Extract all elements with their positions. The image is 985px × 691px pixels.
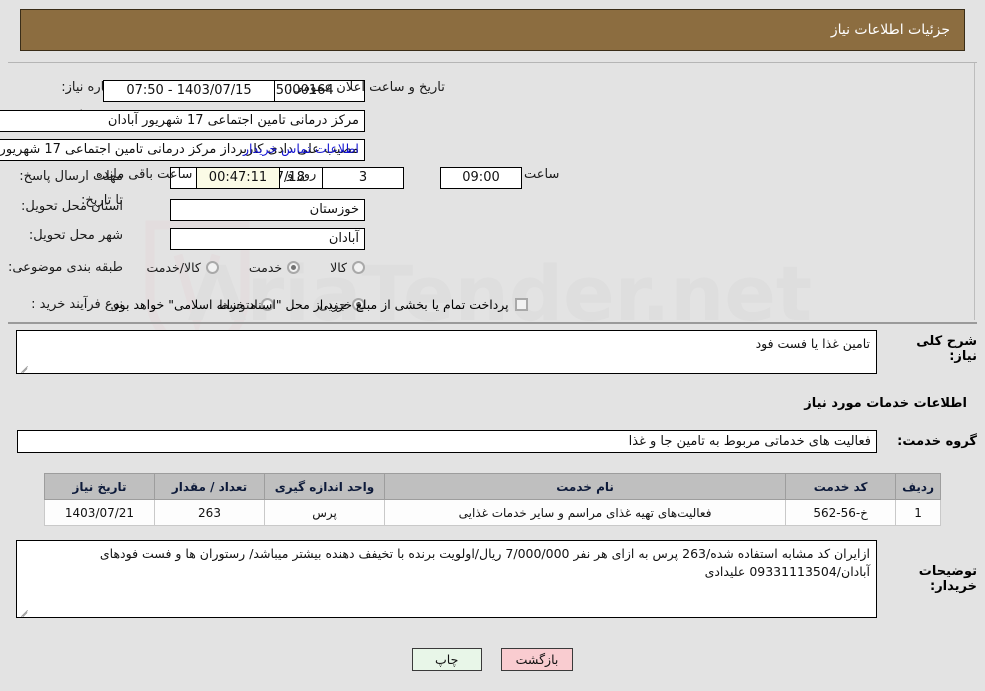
hour-label-wrap: ساعت xyxy=(524,167,559,182)
cell-service-name: فعالیت‌های تهیه غذای مراسم و سایر خدمات … xyxy=(383,499,787,526)
back-button[interactable]: بازگشت xyxy=(500,648,574,671)
radio-goods-service-icon[interactable] xyxy=(205,261,219,274)
days-remaining-field[interactable]: 3 xyxy=(322,167,404,189)
buyer-org-field[interactable]: مرکز درمانی تامین اجتماعی 17 شهریور آباد… xyxy=(0,110,365,132)
province-label: استان محل تحویل: xyxy=(21,199,123,214)
radio-goods-service-label: کالا/خدمت xyxy=(146,260,201,275)
countdown-field[interactable]: 00:47:11 xyxy=(196,167,280,189)
services-section-title: اطلاعات خدمات مورد نیاز xyxy=(804,396,967,411)
radio-goods-label: کالا xyxy=(330,260,347,275)
cell-quantity: 263 xyxy=(154,499,265,526)
window-title-bar: جزئیات اطلاعات نیاز xyxy=(20,9,965,51)
services-section-title-wrap: اطلاعات خدمات مورد نیاز xyxy=(8,392,977,411)
page-title: جزئیات اطلاعات نیاز xyxy=(830,22,950,38)
table-row[interactable]: 1 خ-56-562 فعالیت‌های تهیه غذای مراسم و … xyxy=(44,499,941,526)
cell-unit: پرس xyxy=(264,499,385,526)
remaining-time-label: ساعت باقی مانده xyxy=(96,167,193,182)
category-label: طبقه بندی موضوعی: xyxy=(7,260,123,275)
buyer-contact-link[interactable]: اطلاعات تماس خریدار xyxy=(243,141,359,156)
th-service-name: نام خدمت xyxy=(383,473,787,500)
days-label: روز و xyxy=(287,167,317,182)
general-desc-value: تامین غذا یا فست فود xyxy=(755,336,870,351)
general-desc-label: شرح کلی نیاز: xyxy=(916,334,977,364)
buyer-notes-value: ازایران کد مشابه استفاده شده/263 پرس به … xyxy=(99,546,870,580)
table-header-row: ردیف کد خدمت نام خدمت واحد اندازه گیری ت… xyxy=(44,473,941,500)
radio-service-label: خدمت xyxy=(248,260,283,275)
city-label: شهر محل تحویل: xyxy=(28,228,123,243)
buyer-org-field-wrap: مرکز درمانی تامین اجتماعی 17 شهریور آباد… xyxy=(0,110,365,132)
announce-label-wrap: تاریخ و ساعت اعلان عمومی: xyxy=(288,80,445,95)
buyer-notes-textarea[interactable]: ازایران کد مشابه استفاده شده/263 پرس به … xyxy=(16,540,877,618)
category-label-wrap: طبقه بندی موضوعی: xyxy=(8,260,123,275)
announce-field-wrap: 1403/07/15 - 07:50 xyxy=(103,80,275,102)
details-section: شرح کلی نیاز: تامین غذا یا فست فود اطلاع… xyxy=(8,330,977,618)
th-service-code: کد خدمت xyxy=(785,473,897,500)
th-row: ردیف xyxy=(895,473,941,500)
resize-grip-icon-notes[interactable] xyxy=(19,606,29,616)
radio-goods-icon[interactable] xyxy=(352,261,365,274)
treasury-checkbox-icon[interactable] xyxy=(514,298,528,311)
radio-option-service[interactable]: خدمت xyxy=(248,260,301,275)
deadline-hour-label: ساعت xyxy=(524,167,560,182)
action-buttons: بازگشت چاپ xyxy=(0,648,985,671)
service-group-field[interactable]: فعالیت های خدماتی مربوط به تامین جا و غذ… xyxy=(17,430,877,453)
cell-service-code: خ-56-562 xyxy=(785,499,897,526)
province-field[interactable]: خوزستان xyxy=(170,199,365,221)
buyer-notes-label: توضیحات خریدار: xyxy=(918,564,977,594)
deadline-hour-field[interactable]: 09:00 xyxy=(440,167,522,189)
th-quantity: تعداد / مقدار xyxy=(154,473,265,500)
days-label-wrap: روز و xyxy=(287,167,316,182)
page-root: AriaTender.net جزئیات اطلاعات نیاز شماره… xyxy=(0,0,985,691)
th-unit: واحد اندازه گیری xyxy=(264,473,385,500)
radio-service-icon[interactable] xyxy=(287,261,301,274)
items-table: ردیف کد خدمت نام خدمت واحد اندازه گیری ت… xyxy=(44,473,941,526)
print-button[interactable]: چاپ xyxy=(411,648,482,671)
radio-option-goods-service[interactable]: کالا/خدمت xyxy=(146,260,219,275)
items-table-wrap: ردیف کد خدمت نام خدمت واحد اندازه گیری ت… xyxy=(44,473,941,526)
cell-need-date: 1403/07/21 xyxy=(44,499,155,526)
countdown-field-wrap: 00:47:11 xyxy=(196,167,280,189)
service-group-row: گروه خدمت: فعالیت های خدماتی مربوط به تا… xyxy=(8,430,977,453)
remaining-label-wrap: ساعت باقی مانده xyxy=(96,167,192,182)
city-label-wrap: شهر محل تحویل: xyxy=(29,228,123,243)
city-field-wrap: آبادان xyxy=(170,228,365,250)
treasury-checkbox-label: پرداخت تمام یا بخشی از مبلغ خرید،از محل … xyxy=(110,297,509,312)
announce-datetime-field[interactable]: 1403/07/15 - 07:50 xyxy=(103,80,275,102)
service-group-label: گروه خدمت: xyxy=(897,434,977,449)
province-field-wrap: خوزستان xyxy=(170,199,365,221)
cell-row: 1 xyxy=(895,499,941,526)
hour-field-wrap: 09:00 xyxy=(440,167,522,189)
days-field-wrap: 3 xyxy=(322,167,404,189)
category-radio-group: کالا خدمت کالا/خدمت xyxy=(146,260,365,275)
th-need-date: تاریخ نیاز xyxy=(44,473,155,500)
buyer-notes-row: توضیحات خریدار: ازایران کد مشابه استفاده… xyxy=(8,540,977,618)
contact-link-wrap: اطلاعات تماس خریدار xyxy=(243,141,359,156)
general-desc-textarea[interactable]: تامین غذا یا فست فود xyxy=(16,330,877,374)
province-label-wrap: استان محل تحویل: xyxy=(21,199,123,214)
treasury-checkbox-row[interactable]: پرداخت تمام یا بخشی از مبلغ خرید،از محل … xyxy=(110,297,528,312)
city-field[interactable]: آبادان xyxy=(170,228,365,250)
resize-grip-icon[interactable] xyxy=(19,362,29,372)
announce-label: تاریخ و ساعت اعلان عمومی: xyxy=(288,80,445,95)
radio-option-goods[interactable]: کالا xyxy=(330,260,365,275)
general-desc-row: شرح کلی نیاز: تامین غذا یا فست فود xyxy=(8,330,977,374)
